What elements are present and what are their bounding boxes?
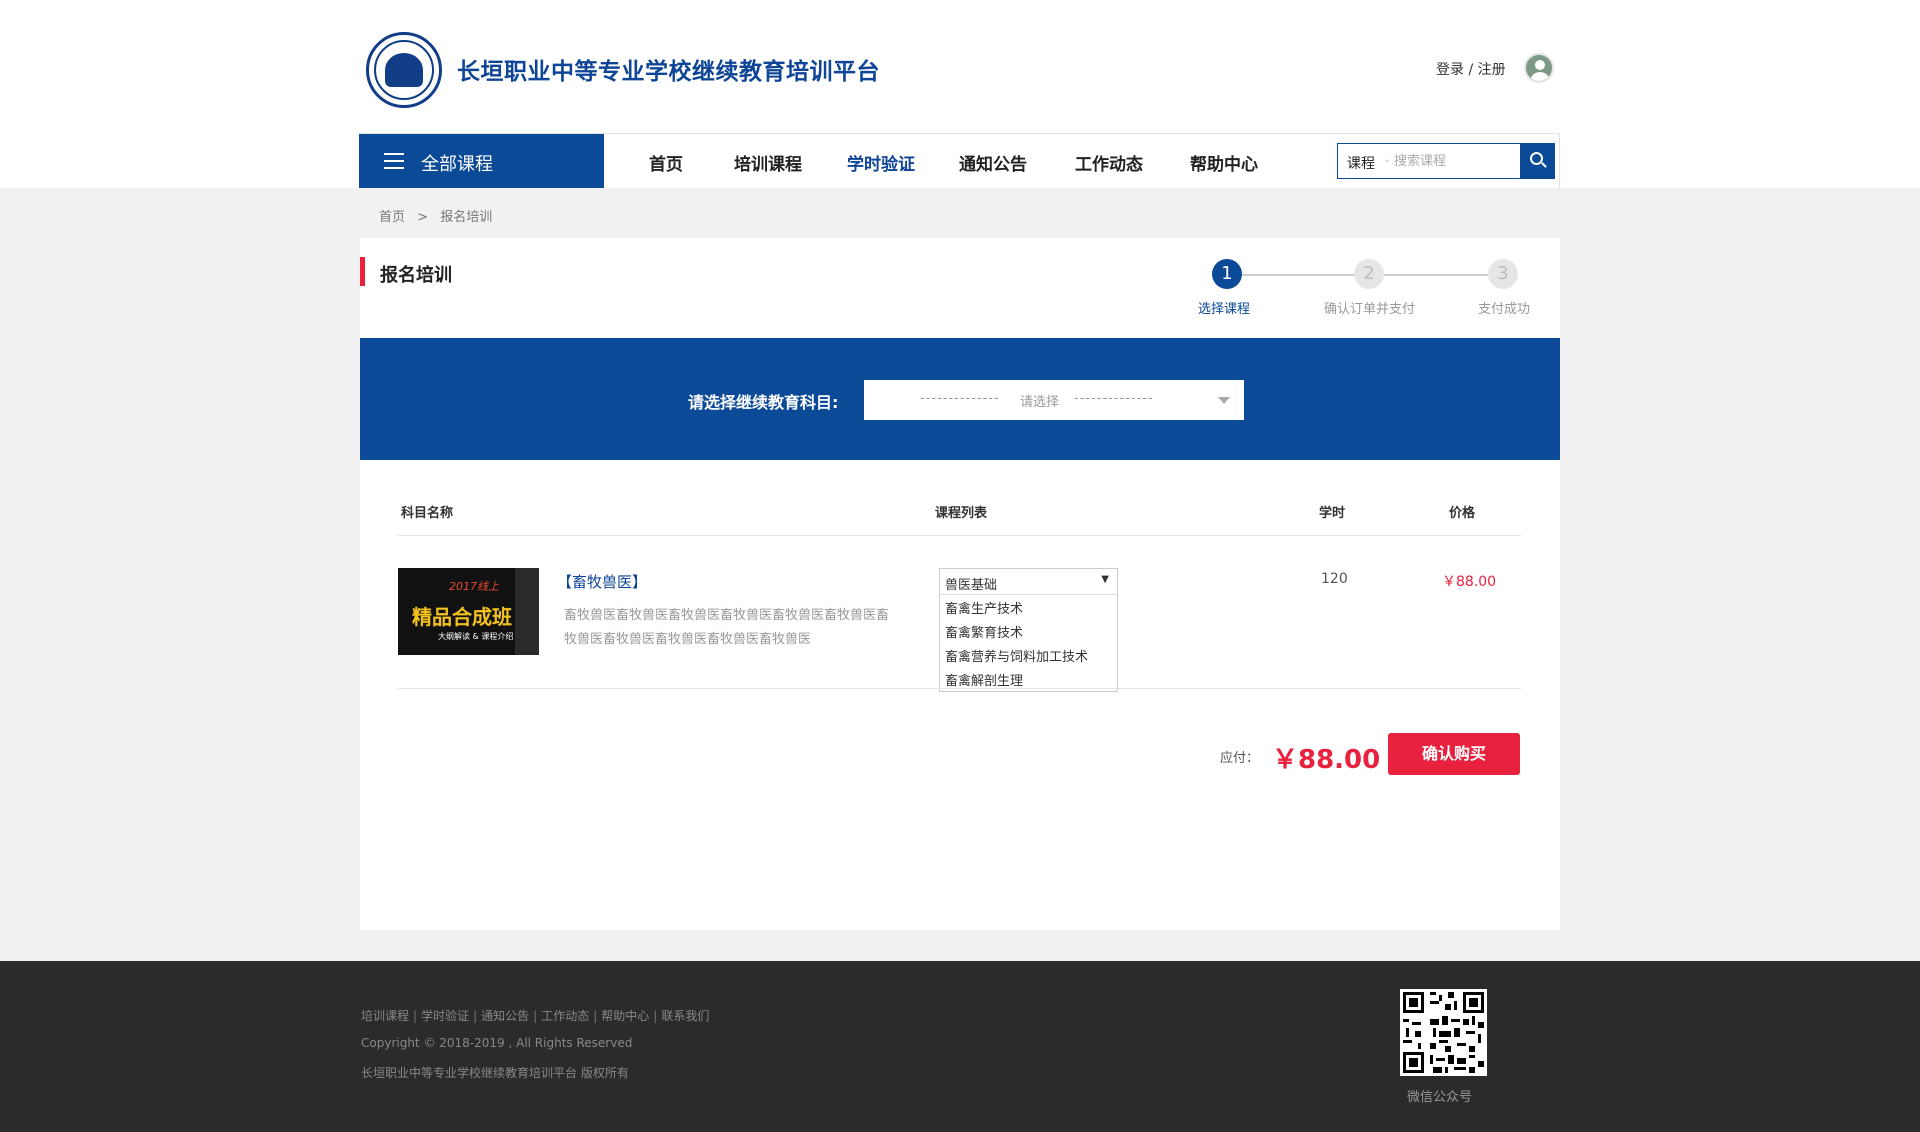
menu-icon — [384, 153, 404, 169]
course-list-select[interactable]: 兽医基础 ▼ 畜禽生产技术 畜禽繁育技术 畜禽营养与饲料加工技术 畜禽解剖生理 — [939, 568, 1118, 692]
nav-help-center[interactable]: 帮助中心 — [1190, 150, 1258, 175]
divider — [398, 688, 1521, 689]
header-course-list: 课程列表 — [935, 506, 988, 521]
thumb-title: 精品合成班 — [412, 605, 512, 629]
header-price: 价格 — [1449, 506, 1476, 521]
step-2-label: 确认订单并支付 — [1324, 302, 1416, 317]
qr-caption: 微信公众号 — [1407, 1090, 1473, 1105]
breadcrumb-current: 报名培训 — [440, 210, 493, 225]
wechat-qr-code — [1400, 989, 1487, 1076]
chevron-down-icon — [1218, 397, 1230, 404]
footer-link[interactable]: 联系我们 — [661, 1009, 709, 1023]
course-select-current[interactable]: 兽医基础 ▼ — [940, 569, 1117, 595]
course-name[interactable]: 【畜牧兽医】 — [557, 571, 647, 592]
thumb-subtitle: 大纲解读 & 课程介绍 — [438, 632, 514, 641]
course-option[interactable]: 畜禽生产技术 — [940, 595, 1117, 619]
nav-training-courses[interactable]: 培训课程 — [734, 150, 802, 175]
breadcrumb-home[interactable]: 首页 — [379, 210, 405, 225]
breadcrumb-separator: > — [417, 210, 429, 225]
course-price: ￥88.00 — [1442, 574, 1497, 590]
footer-link[interactable]: 培训课程 — [361, 1009, 409, 1023]
step-3-label: 支付成功 — [1478, 302, 1531, 317]
breadcrumb: 首页 > 报名培训 — [379, 206, 500, 225]
search-category-select[interactable]: 课程 — [1347, 153, 1375, 173]
step-1-circle: 1 — [1212, 259, 1242, 289]
nav-hours-verify[interactable]: 学时验证 — [847, 150, 915, 175]
footer — [0, 961, 1920, 1132]
subject-label: 请选择继续教育科目: — [688, 393, 839, 412]
payable-label: 应付： — [1220, 751, 1260, 766]
select-dashes-left: -------------- — [920, 391, 1000, 406]
course-option[interactable]: 畜禽繁育技术 — [940, 619, 1117, 643]
footer-link[interactable]: 工作动态 — [541, 1009, 589, 1023]
step-connector — [1242, 274, 1355, 276]
user-avatar-icon[interactable] — [1524, 53, 1554, 83]
header-subject-name: 科目名称 — [401, 506, 454, 521]
all-courses-menu[interactable]: 全部课程 — [359, 134, 604, 188]
org-rights: 长垣职业中等专业学校继续教育培训平台 版权所有 — [361, 1066, 629, 1080]
nav-home[interactable]: 首页 — [649, 150, 683, 175]
search-box: 课程 ⌄ — [1337, 143, 1521, 179]
footer-links: 培训课程 | 学时验证 | 通知公告 | 工作动态 | 帮助中心 | 联系我们 — [361, 1009, 710, 1023]
thumb-year: 2017线上 — [449, 580, 499, 593]
chevron-down-icon: ⌄ — [1383, 154, 1392, 165]
step-1-label: 选择课程 — [1198, 302, 1251, 317]
course-hours: 120 — [1321, 571, 1348, 587]
site-title[interactable]: 长垣职业中等专业学校继续教育培训平台 — [457, 52, 880, 86]
footer-link[interactable]: 帮助中心 — [601, 1009, 649, 1023]
dropdown-arrow-icon: ▼ — [1101, 574, 1109, 585]
school-logo[interactable] — [366, 32, 442, 108]
search-button[interactable] — [1520, 143, 1555, 179]
select-dashes-right: -------------- — [1074, 391, 1154, 406]
confirm-purchase-button[interactable]: 确认购买 — [1388, 733, 1520, 775]
footer-link[interactable]: 学时验证 — [421, 1009, 469, 1023]
subject-select-placeholder: 请选择 — [1020, 395, 1060, 410]
page-title: 报名培训 — [380, 265, 452, 286]
payable-amount: ￥88.00 — [1272, 745, 1381, 775]
search-input[interactable] — [1394, 150, 1514, 172]
divider — [398, 535, 1521, 536]
step-connector — [1384, 274, 1488, 276]
course-option[interactable]: 畜禽营养与饲料加工技术 — [940, 643, 1117, 667]
header-hours: 学时 — [1319, 506, 1346, 521]
nav-work-news[interactable]: 工作动态 — [1075, 150, 1143, 175]
course-description: 畜牧兽医畜牧兽医畜牧兽医畜牧兽医畜牧兽医畜牧兽医畜牧兽医畜牧兽医畜牧兽医畜牧兽医… — [564, 608, 890, 647]
all-courses-label: 全部课程 — [421, 154, 493, 175]
copyright: Copyright © 2018-2019 , All Rights Reser… — [361, 1036, 633, 1050]
nav-notices[interactable]: 通知公告 — [959, 150, 1027, 175]
footer-link[interactable]: 通知公告 — [481, 1009, 529, 1023]
title-accent-bar — [360, 257, 365, 286]
subject-select[interactable]: -------------- 请选择 -------------- — [864, 380, 1244, 420]
login-register-link[interactable]: 登录 / 注册 — [1436, 59, 1506, 79]
course-thumbnail[interactable]: 2017线上 精品合成班 大纲解读 & 课程介绍 — [398, 568, 539, 655]
step-3-circle: 3 — [1488, 259, 1518, 289]
step-2-circle: 2 — [1354, 259, 1384, 289]
